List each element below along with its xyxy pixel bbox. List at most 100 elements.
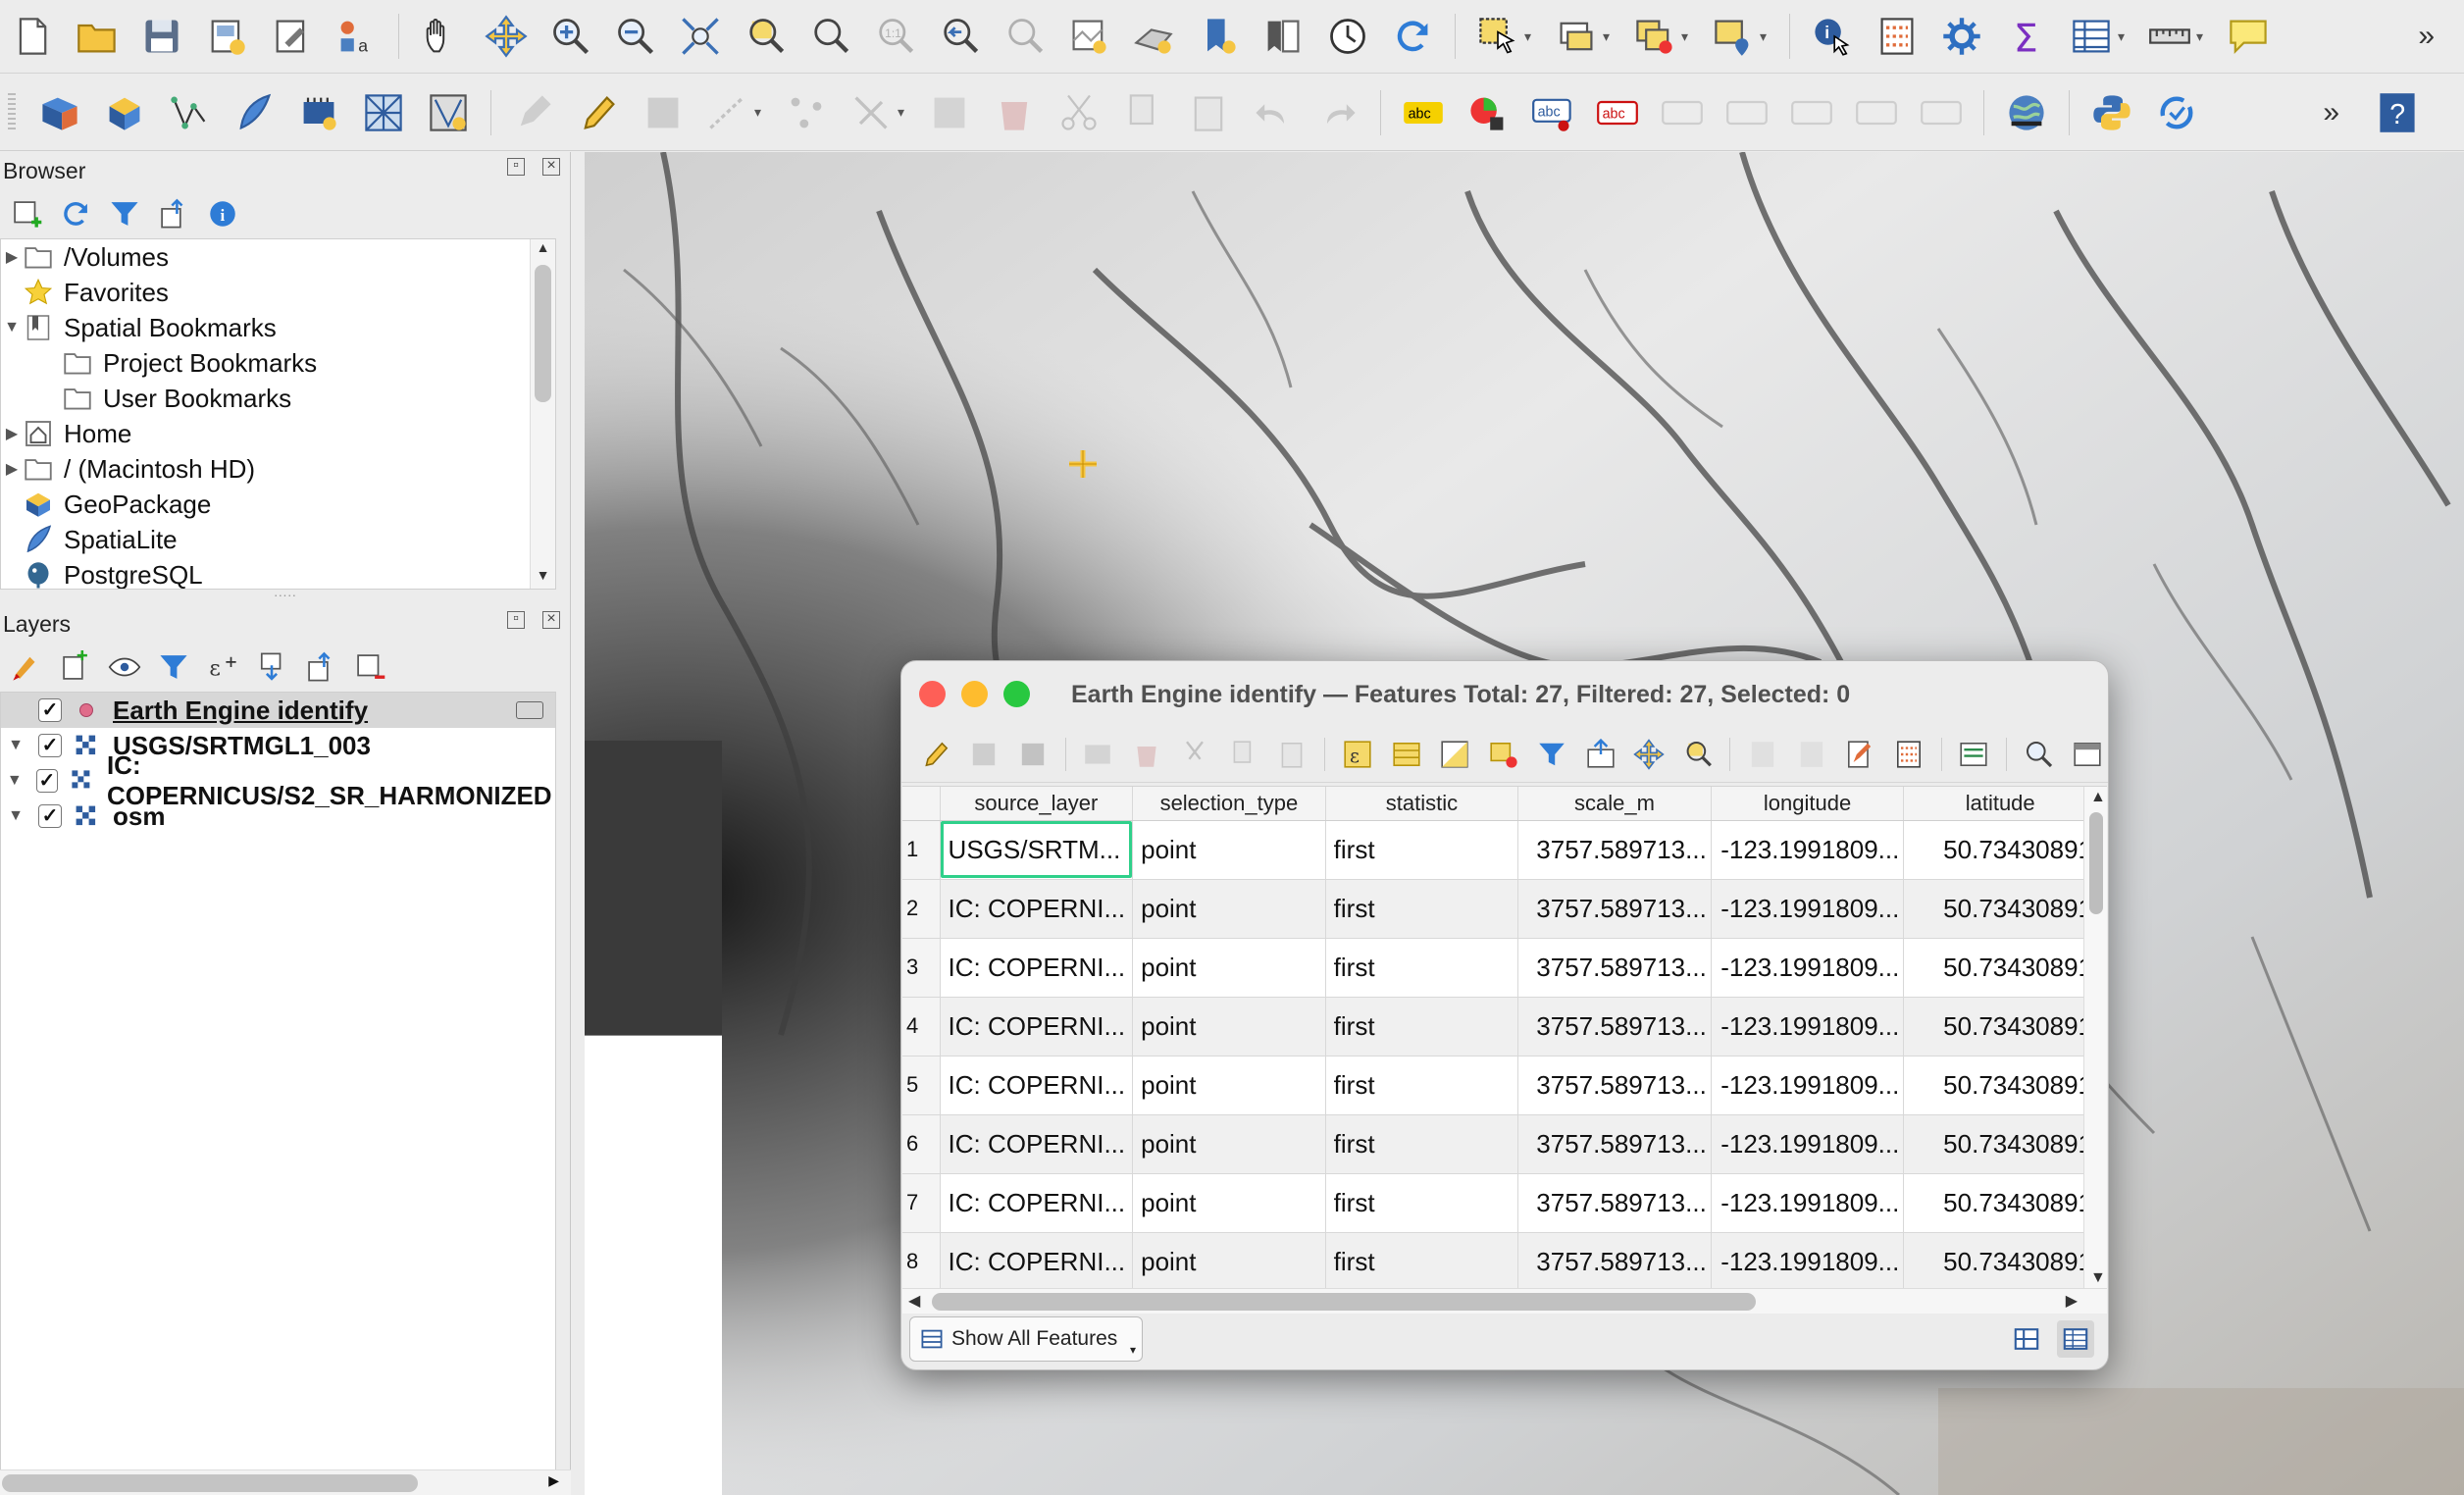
column-header[interactable]: source_layer: [940, 787, 1134, 821]
table-cell[interactable]: 50.73430891: [1903, 1232, 2097, 1288]
expand-arrow-icon[interactable]: ▼: [1, 319, 23, 336]
vertex-tool-icon[interactable]: [779, 85, 834, 140]
new-mesh-layer-icon[interactable]: [356, 85, 411, 140]
close-icon[interactable]: ×: [542, 158, 560, 176]
zoom-next-icon[interactable]: [997, 9, 1052, 64]
layer-visibility-checkbox[interactable]: ✓: [38, 804, 62, 828]
new-print-layout-icon[interactable]: [199, 9, 254, 64]
row-number[interactable]: 4: [902, 997, 941, 1057]
zoom-native-icon[interactable]: 1:1: [867, 9, 922, 64]
add-group-icon[interactable]: [57, 648, 94, 686]
browser-item[interactable]: PostgreSQL: [1, 557, 555, 589]
delete-icon[interactable]: [987, 85, 1042, 140]
table-cell[interactable]: IC: COPERNI...: [940, 1114, 1134, 1174]
field-calculator-icon[interactable]: [1888, 734, 1929, 775]
multi-edit-icon[interactable]: [964, 734, 1005, 775]
cut-icon[interactable]: [1052, 85, 1106, 140]
table-cell[interactable]: 50.73430891: [1903, 879, 2097, 939]
identify-icon[interactable]: i: [1805, 9, 1860, 64]
close-icon[interactable]: ×: [542, 611, 560, 629]
table-cell[interactable]: first: [1325, 820, 1519, 880]
table-cell[interactable]: first: [1325, 938, 1519, 998]
table-cell[interactable]: -123.1991809...: [1711, 879, 1905, 939]
pin-label-icon[interactable]: [1655, 85, 1710, 140]
collapse-all-icon[interactable]: [302, 648, 339, 686]
remove-layer-icon[interactable]: [351, 648, 388, 686]
table-cell[interactable]: 50.73430891: [1903, 1173, 2097, 1233]
form-view-button[interactable]: [2008, 1320, 2045, 1358]
toolbar-grip[interactable]: [8, 92, 16, 132]
browser-scrollbar[interactable]: ▲ ▼: [530, 239, 555, 589]
table-cell[interactable]: point: [1132, 1173, 1326, 1233]
chevron-down-icon[interactable]: ▾: [1681, 28, 1695, 45]
table-cell[interactable]: first: [1325, 1056, 1519, 1115]
table-row[interactable]: 5 IC: COPERNI... point first 3757.589713... -…: [902, 1056, 2097, 1115]
table-cell[interactable]: point: [1132, 1232, 1326, 1288]
info-icon[interactable]: i: [204, 195, 241, 232]
layer-item[interactable]: ▼ ✓ IC: COPERNICUS/S2_SR_HARMONIZED: [1, 750, 555, 810]
cut-icon[interactable]: [1175, 734, 1216, 775]
layers-horizontal-scrollbar[interactable]: ▶: [0, 1469, 571, 1495]
table-row[interactable]: 6 IC: COPERNI... point first 3757.589713... -…: [902, 1114, 2097, 1174]
row-number[interactable]: 3: [902, 938, 941, 998]
table-row[interactable]: 7 IC: COPERNI... point first 3757.589713... -…: [902, 1173, 2097, 1233]
conditional-formatting-icon[interactable]: [1840, 734, 1881, 775]
zoom-map-to-rows-icon[interactable]: [2019, 734, 2060, 775]
show-hide-label-icon[interactable]: [1720, 85, 1774, 140]
chevron-down-icon[interactable]: ▾: [2118, 28, 2131, 45]
row-number[interactable]: 8: [902, 1232, 941, 1288]
processing-toolbox-icon[interactable]: [1934, 9, 1989, 64]
field-calculator-icon[interactable]: [1870, 9, 1925, 64]
deselect-all-icon[interactable]: [1483, 734, 1524, 775]
add-feature-icon[interactable]: [1078, 734, 1119, 775]
label-toolbar-icon[interactable]: abc: [1396, 85, 1451, 140]
column-header[interactable]: scale_m: [1517, 787, 1712, 821]
refresh-icon[interactable]: [57, 195, 94, 232]
delete-field-icon[interactable]: [1791, 734, 1832, 775]
new-map-view-icon[interactable]: [1061, 9, 1116, 64]
collapse-all-icon[interactable]: [155, 195, 192, 232]
diagram-options-icon[interactable]: [1461, 85, 1515, 140]
new-spatialite-layer-icon[interactable]: [227, 85, 282, 140]
table-cell[interactable]: first: [1325, 1114, 1519, 1174]
move-selection-to-top-icon[interactable]: [1580, 734, 1621, 775]
attribute-table-icon[interactable]: [2064, 9, 2119, 64]
change-label-icon[interactable]: [1914, 85, 1969, 140]
row-number[interactable]: 5: [902, 1056, 941, 1115]
table-cell[interactable]: 3757.589713...: [1517, 1232, 1712, 1288]
modify-attributes-icon[interactable]: [844, 85, 898, 140]
browser-item[interactable]: ▶ Home: [1, 416, 555, 451]
minimize-window-button[interactable]: [961, 680, 988, 707]
table-cell[interactable]: first: [1325, 1232, 1519, 1288]
style-manager-icon[interactable]: [264, 9, 319, 64]
table-cell[interactable]: 3757.589713...: [1517, 997, 1712, 1057]
expand-arrow-icon[interactable]: ▶: [1, 459, 23, 479]
zoom-to-selection-icon[interactable]: [1677, 734, 1719, 775]
browser-item[interactable]: SpatiaLite: [1, 522, 555, 557]
new-field-icon[interactable]: [1742, 734, 1783, 775]
edit-attributes-icon[interactable]: [922, 85, 977, 140]
layer-visibility-checkbox[interactable]: ✓: [38, 734, 62, 757]
table-cell[interactable]: IC: COPERNI...: [940, 938, 1134, 998]
delete-feature-icon[interactable]: [1126, 734, 1167, 775]
grid-horizontal-scrollbar[interactable]: ◀ ▶: [902, 1288, 2107, 1314]
browser-item[interactable]: ▶ /Volumes: [1, 239, 555, 275]
toolbar-overflow-button[interactable]: »: [2418, 20, 2435, 53]
save-project-icon[interactable]: [134, 9, 189, 64]
new-3d-view-icon[interactable]: [1126, 9, 1181, 64]
grid-vertical-scrollbar[interactable]: ▲ ▼: [2083, 787, 2107, 1288]
current-edits-icon[interactable]: [506, 85, 561, 140]
data-source-manager-icon[interactable]: [32, 85, 87, 140]
expand-arrow-icon[interactable]: ▶: [1, 247, 23, 267]
row-number[interactable]: 7: [902, 1173, 941, 1233]
float-panel-icon[interactable]: ▫: [507, 158, 525, 176]
table-cell[interactable]: 50.73430891: [1903, 820, 2097, 880]
zoom-in-icon[interactable]: [543, 9, 598, 64]
table-cell[interactable]: -123.1991809...: [1711, 820, 1905, 880]
dialog-titlebar[interactable]: Earth Engine identify — Features Total: …: [901, 661, 2108, 726]
measure-icon[interactable]: [2142, 9, 2197, 64]
table-row[interactable]: 4 IC: COPERNI... point first 3757.589713... -…: [902, 997, 2097, 1057]
new-virtual-layer-icon[interactable]: [291, 85, 346, 140]
table-cell[interactable]: point: [1132, 820, 1326, 880]
browser-item[interactable]: ▶ / (Macintosh HD): [1, 451, 555, 487]
